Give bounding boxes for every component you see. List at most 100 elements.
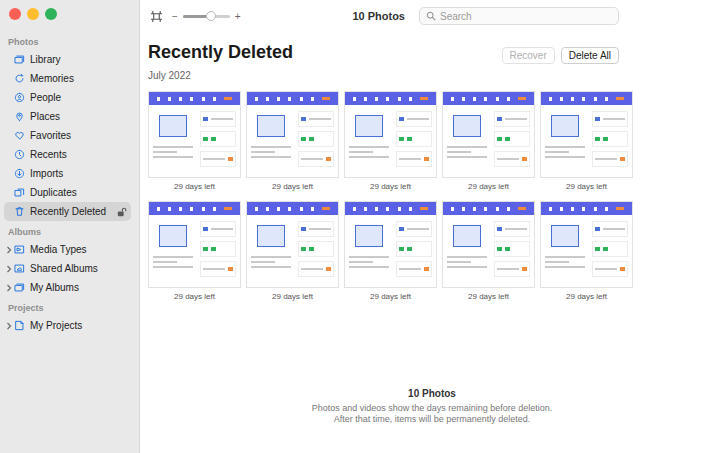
thumb-line bbox=[349, 146, 389, 148]
thumb-header-icon bbox=[277, 97, 280, 101]
thumb-line bbox=[595, 158, 617, 160]
sidebar-item[interactable]: Imports bbox=[4, 164, 131, 183]
photo-thumbnail[interactable] bbox=[246, 201, 339, 288]
sidebar-item[interactable]: Favorites bbox=[4, 126, 131, 145]
zoom-out-button[interactable]: − bbox=[172, 11, 178, 22]
thumb-line bbox=[251, 151, 275, 153]
search-field[interactable]: Search bbox=[419, 7, 619, 25]
photo-thumbnail[interactable] bbox=[540, 201, 633, 288]
chevron-icon[interactable] bbox=[5, 284, 13, 292]
zoom-knob[interactable] bbox=[206, 11, 216, 21]
thumb-header bbox=[541, 202, 632, 215]
minimize-button[interactable] bbox=[27, 8, 39, 20]
thumb-line bbox=[153, 156, 193, 158]
chevron-icon[interactable] bbox=[5, 265, 13, 273]
thumb-card bbox=[494, 221, 530, 237]
thumb-card bbox=[396, 221, 432, 237]
thumb-card bbox=[200, 241, 236, 257]
thumb-header-icon bbox=[409, 97, 412, 101]
sidebar-item[interactable]: Media Types bbox=[4, 240, 131, 259]
photo-thumbnail[interactable] bbox=[344, 91, 437, 178]
sidebar-item[interactable]: People bbox=[4, 88, 131, 107]
zoom-slider[interactable] bbox=[183, 15, 230, 18]
sidebar-item[interactable]: Duplicates bbox=[4, 183, 131, 202]
thumb-square bbox=[620, 157, 625, 161]
photo-cell[interactable]: 29 days left bbox=[540, 91, 633, 197]
photo-thumbnail[interactable] bbox=[148, 91, 241, 178]
photo-thumbnail[interactable] bbox=[246, 91, 339, 178]
thumb-card bbox=[396, 151, 432, 167]
sidebar-item-label: Shared Albums bbox=[30, 263, 127, 274]
thumb-header-icon bbox=[202, 97, 205, 101]
action-button[interactable]: Delete All bbox=[561, 47, 619, 64]
photo-thumbnail[interactable] bbox=[540, 91, 633, 178]
sidebar-item[interactable]: My Projects bbox=[4, 316, 131, 335]
sidebar: Photos Library Memories People Places Fa… bbox=[0, 0, 140, 453]
thumb-line bbox=[447, 256, 487, 258]
sidebar-item[interactable]: Shared Albums bbox=[4, 259, 131, 278]
photo-cell[interactable]: 29 days left bbox=[344, 91, 437, 197]
sidebar-item-label: My Projects bbox=[30, 320, 127, 331]
photo-thumbnail[interactable] bbox=[442, 91, 535, 178]
photo-cell[interactable]: 29 days left bbox=[246, 201, 339, 307]
thumb-header-icon bbox=[157, 97, 160, 101]
thumb-left bbox=[349, 221, 393, 281]
thumb-square bbox=[399, 247, 404, 251]
sidebar-item-icon bbox=[14, 73, 25, 84]
close-button[interactable] bbox=[9, 8, 21, 20]
thumb-square bbox=[309, 247, 314, 251]
thumb-header bbox=[345, 202, 436, 215]
thumb-left bbox=[153, 111, 197, 171]
sidebar-item[interactable]: Recently Deleted bbox=[4, 202, 131, 221]
photo-cell[interactable]: 29 days left bbox=[442, 91, 535, 197]
thumb-header-icon bbox=[571, 97, 574, 101]
thumb-square bbox=[424, 157, 429, 161]
thumb-header-icon bbox=[560, 97, 563, 101]
photo-cell[interactable]: 29 days left bbox=[344, 201, 437, 307]
sidebar-item-label: Media Types bbox=[30, 244, 127, 255]
thumb-square bbox=[301, 247, 306, 251]
thumb-square bbox=[522, 267, 527, 271]
thumb-body bbox=[247, 215, 338, 287]
thumb-body bbox=[247, 105, 338, 177]
unlocked-padlock-icon[interactable] bbox=[117, 207, 127, 217]
photo-thumbnail[interactable] bbox=[344, 201, 437, 288]
zoom-in-button[interactable]: + bbox=[235, 11, 241, 22]
thumb-left bbox=[545, 221, 589, 281]
thumb-image bbox=[551, 115, 579, 137]
thumb-line bbox=[153, 266, 193, 268]
thumb-badge bbox=[322, 207, 330, 210]
photo-cell[interactable]: 29 days left bbox=[442, 201, 535, 307]
thumb-header-icon bbox=[179, 97, 182, 101]
aspect-toggle-icon[interactable] bbox=[150, 10, 163, 23]
thumb-header-icon bbox=[255, 97, 258, 101]
sidebar-item[interactable]: Recents bbox=[4, 145, 131, 164]
photo-thumbnail[interactable] bbox=[148, 201, 241, 288]
photo-cell[interactable]: 29 days left bbox=[148, 201, 241, 307]
sidebar-item[interactable]: Memories bbox=[4, 69, 131, 88]
action-button[interactable]: Recover bbox=[502, 47, 555, 64]
photo-cell[interactable]: 29 days left bbox=[148, 91, 241, 197]
sidebar-item[interactable]: Library bbox=[4, 50, 131, 69]
thumb-square bbox=[203, 137, 208, 141]
thumb-header-icon bbox=[179, 207, 182, 211]
thumb-header-icon bbox=[375, 207, 378, 211]
chevron-icon[interactable] bbox=[5, 322, 13, 330]
zoom-button[interactable] bbox=[45, 8, 57, 20]
sidebar-item[interactable]: My Albums bbox=[4, 278, 131, 297]
thumb-line bbox=[447, 151, 471, 153]
photo-cell[interactable]: 29 days left bbox=[540, 201, 633, 307]
chevron-icon[interactable] bbox=[5, 246, 13, 254]
photo-thumbnail[interactable] bbox=[442, 201, 535, 288]
toolbar: − + 10 Photos Search bbox=[140, 0, 724, 32]
thumb-square bbox=[497, 247, 502, 251]
thumb-header-icon bbox=[311, 207, 314, 211]
thumb-line bbox=[545, 156, 585, 158]
sidebar-item-icon bbox=[14, 130, 25, 141]
thumb-left bbox=[447, 111, 491, 171]
thumb-square bbox=[595, 247, 600, 251]
sidebar-item[interactable]: Places bbox=[4, 107, 131, 126]
photo-cell[interactable]: 29 days left bbox=[246, 91, 339, 197]
thumb-right bbox=[200, 221, 236, 281]
thumb-line bbox=[309, 228, 331, 230]
